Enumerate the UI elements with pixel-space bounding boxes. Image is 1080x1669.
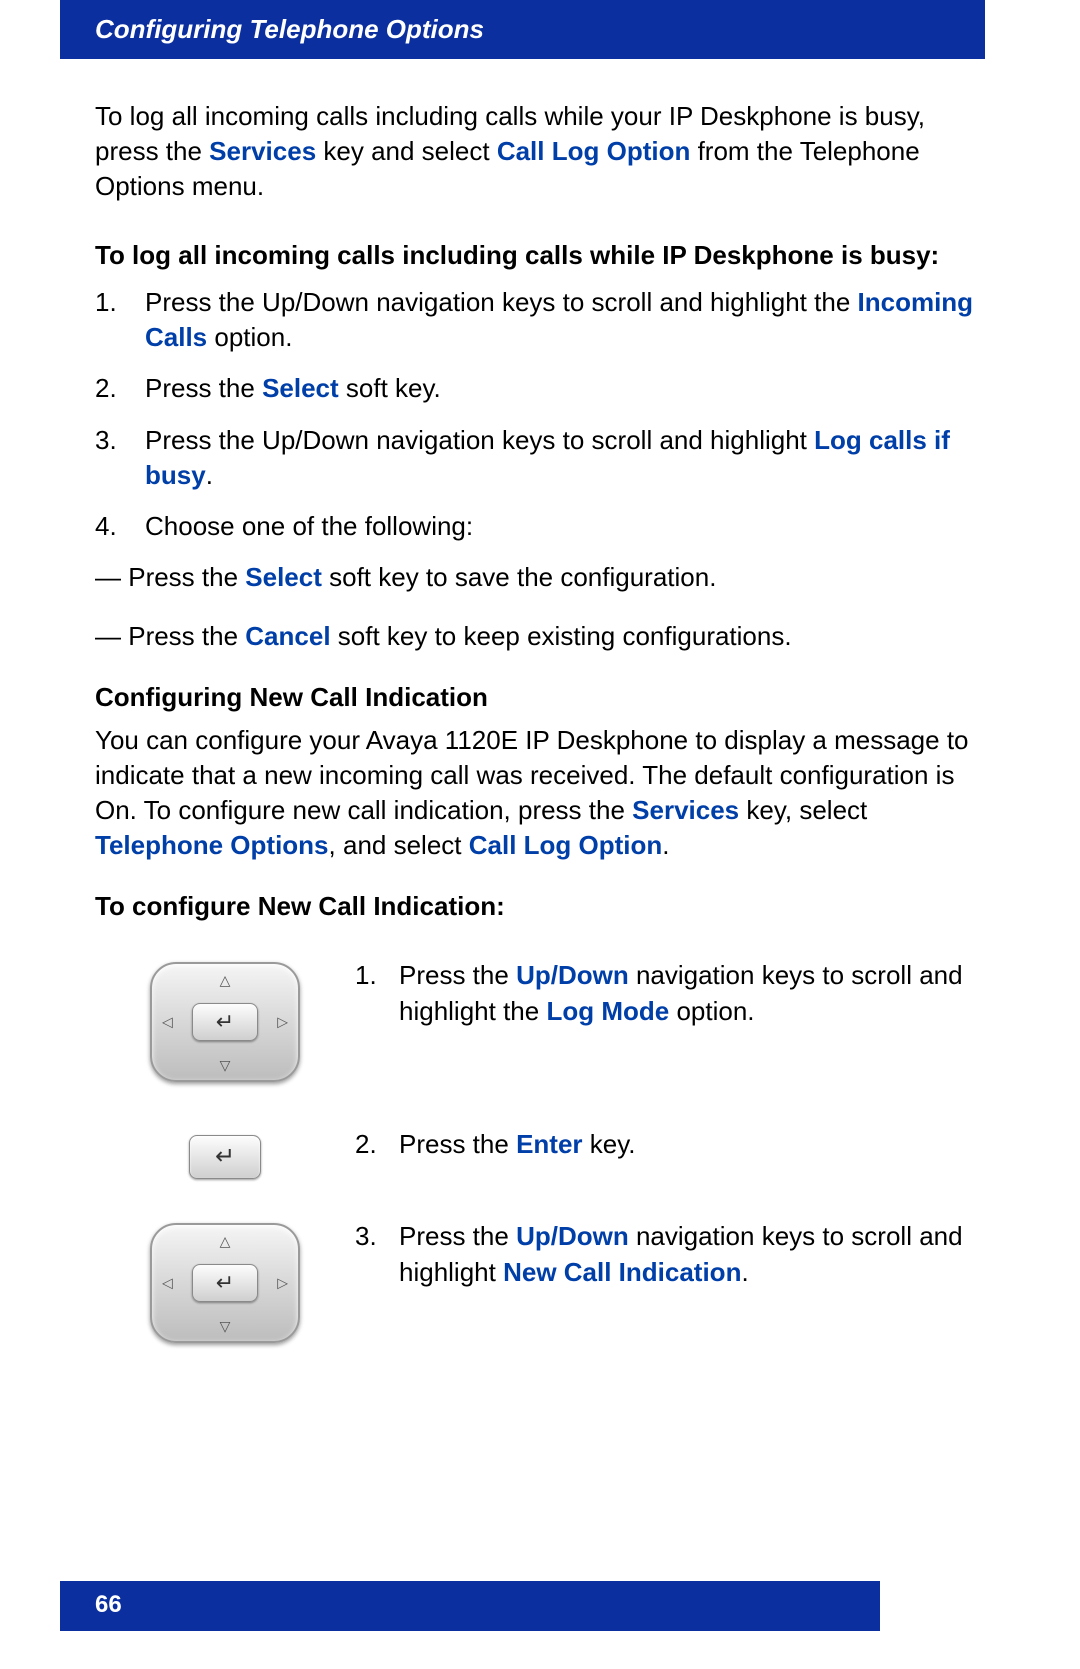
step-post: key. [583,1129,636,1159]
list-item: Press the Up/Down navigation keys to scr… [95,423,985,493]
procedure-heading: To log all incoming calls including call… [95,240,985,271]
header-title: Configuring Telephone Options [95,14,484,44]
intro-paragraph: To log all incoming calls including call… [95,99,985,204]
step-post: . [206,460,213,490]
illustrated-step-3: △ ▽ ◁ ▷ ↵ 3. Press the Up/Down navigatio… [95,1219,985,1348]
step-icon-column: △ ▽ ◁ ▷ ↵ [95,1219,355,1348]
step-pre: Press the Up/Down navigation keys to scr… [145,425,814,455]
step-pre: Press the [399,1221,516,1251]
dash-post: soft key to keep existing configurations… [331,621,792,651]
body-hl2: Telephone Options [95,830,329,860]
procedure-heading-2: To configure New Call Indication: [95,891,985,922]
nav-pad-center-button: ↵ [192,1003,258,1041]
nav-pad-icon: △ ▽ ◁ ▷ ↵ [150,962,300,1082]
step-pre: Press the [399,960,516,990]
step-post: option. [669,996,754,1026]
body-mid1: key, select [739,795,867,825]
step-hl2: Log Mode [546,996,669,1026]
step-number: 1. [355,958,399,1028]
body-hl1: Services [632,795,739,825]
step-post: . [741,1257,748,1287]
page-number: 66 [95,1591,122,1618]
step-number: 2. [355,1127,399,1162]
intro-mid1: key and select [316,136,497,166]
dash-hl: Select [245,562,322,592]
list-item: Press the Up/Down navigation keys to scr… [95,285,985,355]
enter-key-icon: ↵ [189,1135,261,1179]
arrow-right-icon: ▷ [277,1014,288,1031]
step-hl1: Enter [516,1129,582,1159]
enter-glyph-icon: ↵ [216,1009,234,1035]
list-item: Choose one of the following: [95,509,985,544]
intro-hl1: Services [209,136,316,166]
section-heading: Configuring New Call Indication [95,682,985,713]
step-post: option. [207,322,292,352]
arrow-left-icon: ◁ [162,1014,173,1031]
procedure-list-a: Press the Up/Down navigation keys to scr… [95,285,985,544]
dash-pre: — Press the [95,562,245,592]
list-item: Press the Select soft key. [95,371,985,406]
step-hl1: Up/Down [516,1221,629,1251]
arrow-right-icon: ▷ [277,1275,288,1292]
dash-hl: Cancel [245,621,330,651]
body-mid2: , and select [329,830,469,860]
illustrated-step-1: △ ▽ ◁ ▷ ↵ 1. Press the Up/Down navigatio… [95,958,985,1087]
body-post: . [662,830,669,860]
arrow-up-icon: △ [220,1233,231,1250]
step-pre: Press the [145,373,262,403]
dash-option-2: — Press the Cancel soft key to keep exis… [95,619,985,654]
dash-option-1: — Press the Select soft key to save the … [95,560,985,595]
illustrated-step-2: ↵ 2. Press the Enter key. [95,1127,985,1179]
step-number: 3. [355,1219,399,1289]
footer-bar: 66 [60,1581,880,1631]
section-body: You can configure your Avaya 1120E IP De… [95,723,985,863]
step-hl2: New Call Indication [503,1257,741,1287]
enter-glyph-icon: ↵ [216,1270,234,1296]
step-pre: Choose one of the following: [145,511,473,541]
step-pre: Press the Up/Down navigation keys to scr… [145,287,858,317]
dash-pre: — Press the [95,621,245,651]
arrow-down-icon: ▽ [220,1318,231,1335]
nav-pad-center-button: ↵ [192,1264,258,1302]
dash-post: soft key to save the configuration. [322,562,717,592]
header-bar: Configuring Telephone Options [60,0,985,59]
intro-hl2: Call Log Option [497,136,691,166]
step-hl: Select [262,373,339,403]
step-body: Press the Up/Down navigation keys to scr… [399,1219,985,1289]
arrow-down-icon: ▽ [220,1057,231,1074]
step-post: soft key. [339,373,441,403]
step-body: Press the Enter key. [399,1127,985,1162]
step-pre: Press the [399,1129,516,1159]
step-icon-column: △ ▽ ◁ ▷ ↵ [95,958,355,1087]
arrow-left-icon: ◁ [162,1275,173,1292]
body-hl3: Call Log Option [469,830,663,860]
step-hl1: Up/Down [516,960,629,990]
step-icon-column: ↵ [95,1127,355,1179]
arrow-up-icon: △ [220,972,231,989]
nav-pad-icon: △ ▽ ◁ ▷ ↵ [150,1223,300,1343]
step-body: Press the Up/Down navigation keys to scr… [399,958,985,1028]
